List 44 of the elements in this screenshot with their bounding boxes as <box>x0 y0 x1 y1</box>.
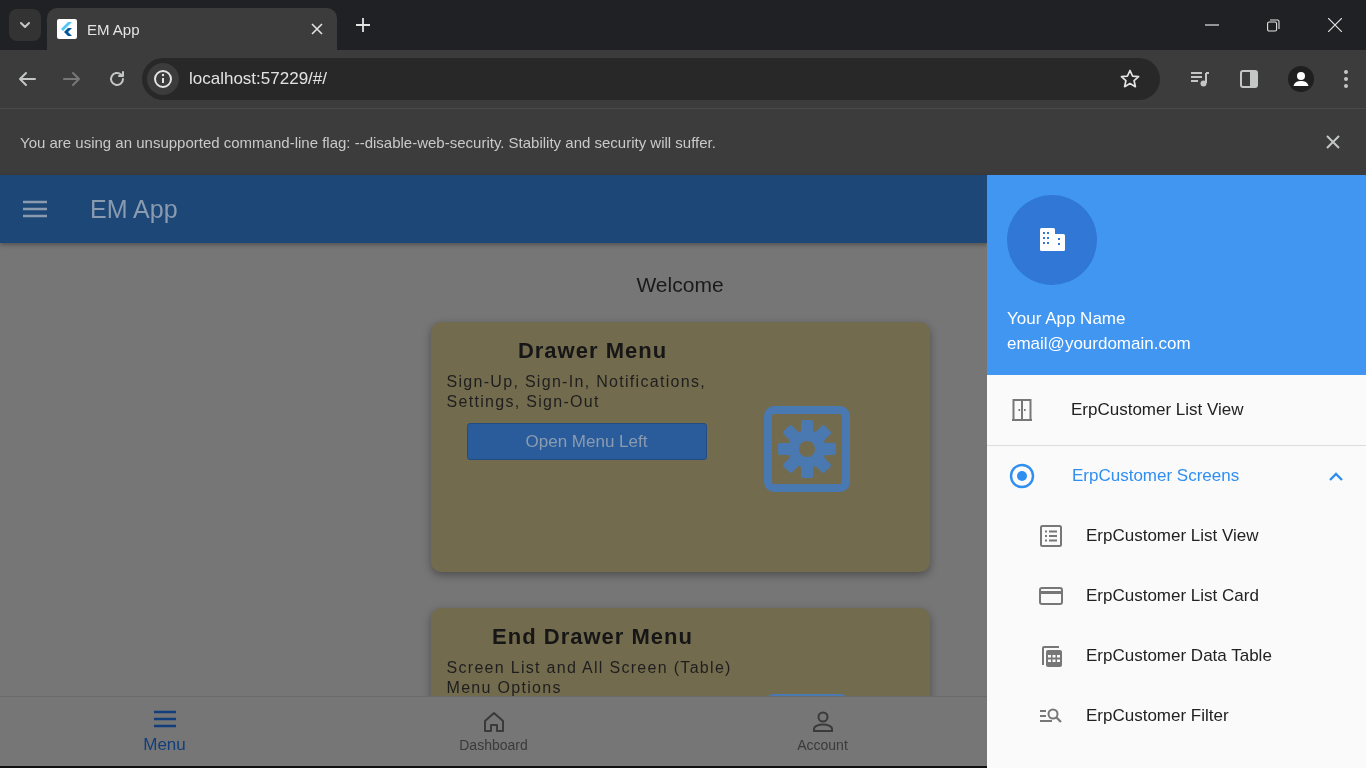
menu-icon[interactable] <box>23 200 47 218</box>
chevron-up-icon[interactable] <box>1329 471 1343 481</box>
card-icon <box>1039 584 1063 608</box>
drawer-item[interactable]: ErpCustomer List Card <box>987 566 1366 626</box>
radio-icon <box>1009 463 1035 489</box>
star-icon[interactable] <box>1120 69 1140 89</box>
home-icon <box>481 710 506 733</box>
reload-icon[interactable] <box>108 70 126 88</box>
drawer-item[interactable]: ErpCustomer List View <box>987 506 1366 566</box>
more-icon[interactable] <box>1344 70 1348 88</box>
card-description: Screen List and All Screen (Table) Menu Options <box>446 658 733 696</box>
new-tab-icon[interactable] <box>356 18 370 32</box>
email-address: email@yourdomain.com <box>1007 333 1192 355</box>
restore-icon[interactable] <box>1267 18 1280 32</box>
close-icon[interactable] <box>1328 18 1342 32</box>
table-icon <box>1039 644 1063 668</box>
side-panel-icon[interactable] <box>1240 70 1258 88</box>
tab-search-button[interactable] <box>9 9 41 41</box>
card-title: End Drawer Menu <box>491 624 694 650</box>
info-icon[interactable] <box>147 63 179 95</box>
caret-icon <box>19 21 31 29</box>
list-icon <box>1039 524 1063 548</box>
app-logo-icon <box>57 19 77 39</box>
drawer-item[interactable]: ErpCustomer Data Table <box>987 626 1366 686</box>
browser-tab[interactable]: EM App <box>47 8 337 50</box>
gear-icon <box>763 406 850 492</box>
person-icon <box>810 710 835 733</box>
warning-message: You are using an unsupported command-line flag: --disable-web-security. Stability and security will suffer. <box>20 133 716 151</box>
forward-icon[interactable] <box>63 71 81 87</box>
back-icon[interactable] <box>18 71 36 87</box>
drawer-item[interactable]: ErpCustomer List View <box>987 375 1366 446</box>
profile-icon[interactable] <box>1288 66 1314 92</box>
close-icon[interactable] <box>311 23 323 35</box>
building-icon <box>1007 195 1097 285</box>
drawer-item[interactable]: ErpCustomer Filter <box>987 686 1366 746</box>
app-name: Your App Name <box>1007 308 1127 330</box>
app-title: EM App <box>90 194 178 224</box>
close-icon[interactable] <box>1326 135 1340 149</box>
media-queue-icon[interactable] <box>1190 70 1210 88</box>
card-title: Drawer Menu <box>516 338 669 364</box>
address-bar[interactable]: localhost:57229/#/ <box>142 58 1160 100</box>
welcome-heading: Welcome <box>636 273 724 297</box>
card-description: Sign-Up, Sign-In, Notifications, Settings, Sign-Out <box>446 372 707 412</box>
door-icon <box>1010 398 1034 422</box>
